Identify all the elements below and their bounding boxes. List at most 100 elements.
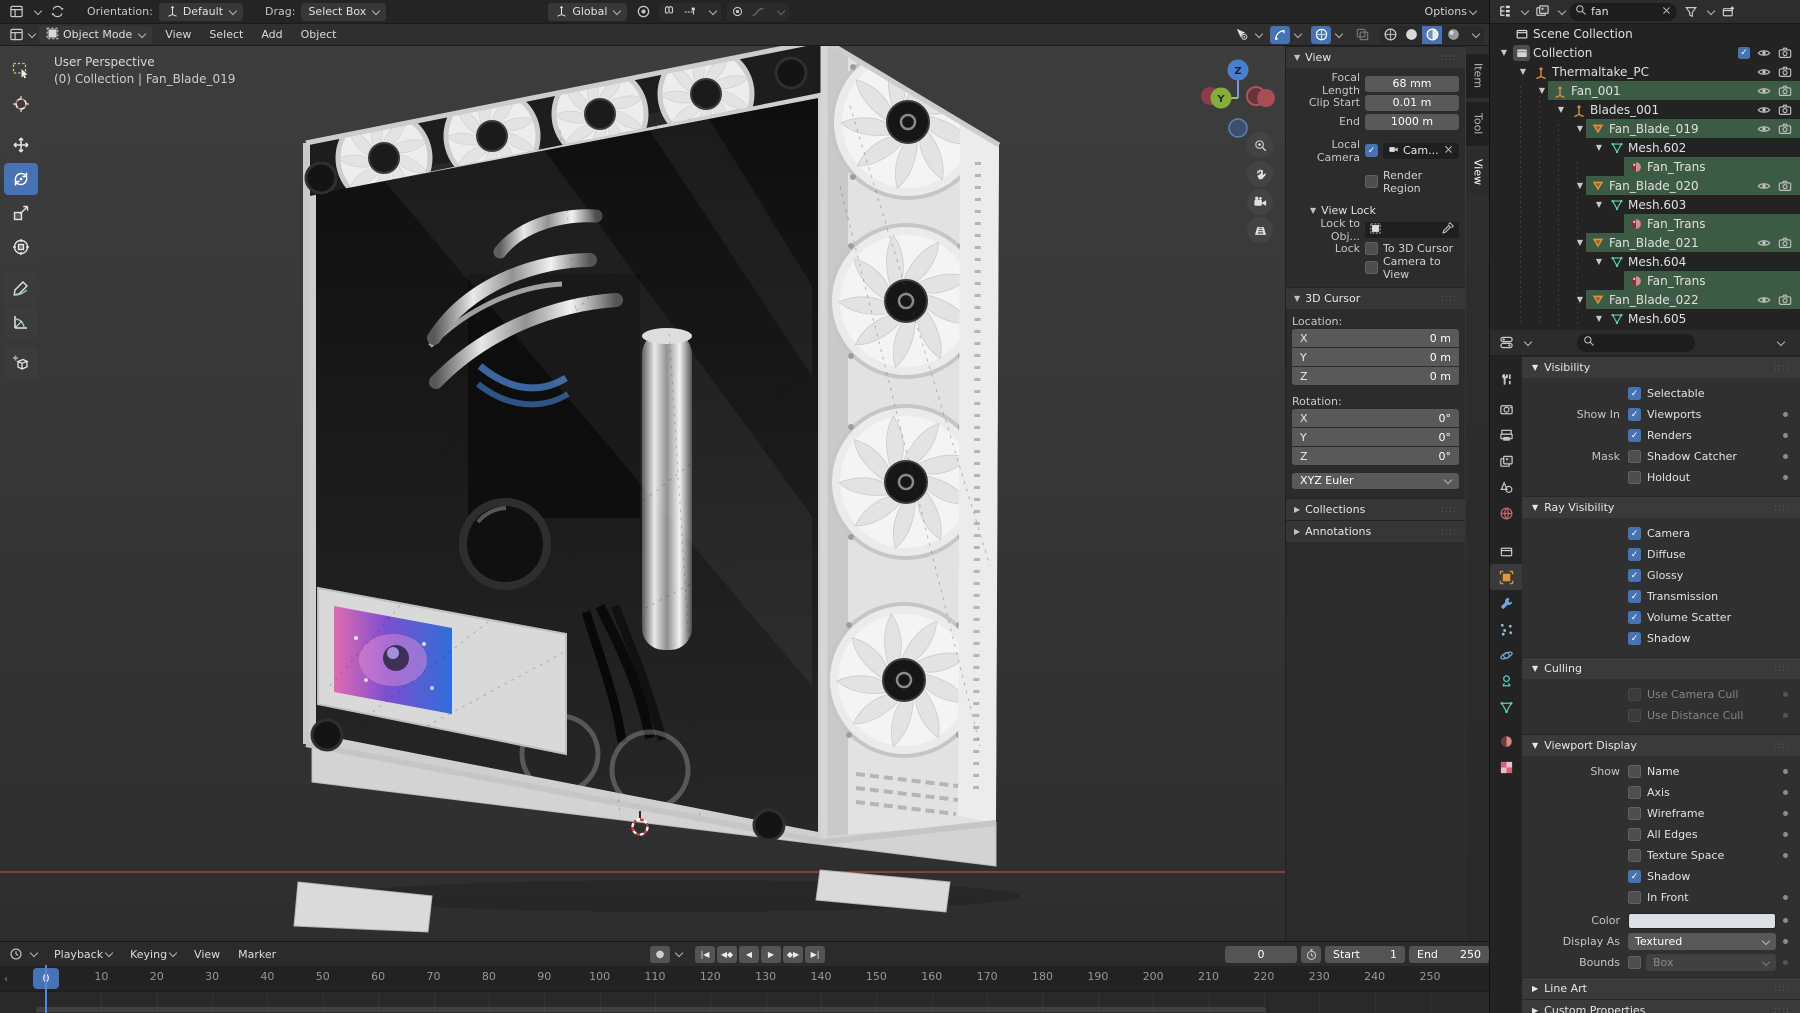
- properties-tab-particles[interactable]: [1490, 616, 1522, 642]
- viewport-select-menu[interactable]: Select: [200, 25, 252, 45]
- camera-icon[interactable]: [1778, 122, 1792, 136]
- outliner-item-label[interactable]: Mesh.603: [1628, 198, 1686, 212]
- pan-hand-button[interactable]: [1247, 161, 1273, 187]
- expand-arrow[interactable]: ▼: [1498, 48, 1510, 57]
- outliner-item-label[interactable]: Fan_Trans: [1647, 160, 1705, 174]
- expand-arrow[interactable]: ▼: [1574, 124, 1586, 133]
- in-front-checkbox[interactable]: [1628, 891, 1641, 904]
- options-dropdown[interactable]: Options: [1425, 5, 1478, 18]
- shadow-checkbox[interactable]: ✓: [1628, 870, 1641, 883]
- tool-annotate-button[interactable]: [4, 272, 38, 304]
- animate-dot[interactable]: [1783, 811, 1788, 816]
- eye-icon[interactable]: [1757, 122, 1771, 136]
- axis-checkbox[interactable]: [1628, 786, 1641, 799]
- tool-add-cube-button[interactable]: [4, 347, 38, 379]
- properties-tab-texture[interactable]: [1490, 754, 1522, 780]
- mode-dropdown[interactable]: Object Mode: [39, 25, 153, 44]
- lock-checkbox-0[interactable]: [1365, 242, 1378, 255]
- auto-key-chevron[interactable]: [674, 948, 684, 958]
- orientation-dropdown[interactable]: Default: [158, 2, 244, 21]
- snap-toggle-button[interactable]: [659, 3, 679, 21]
- camera-icon[interactable]: [1778, 236, 1792, 250]
- next-keyframe-button[interactable]: ◆▶: [783, 945, 803, 963]
- n-panel-tab-view[interactable]: View: [1466, 150, 1490, 194]
- axis-x-ball-2[interactable]: [1257, 89, 1275, 107]
- culling-section-header[interactable]: ▼ Culling::::: [1522, 657, 1800, 679]
- proportional-falloff-dropdown[interactable]: [748, 3, 768, 21]
- tool-scale-button[interactable]: [4, 197, 38, 229]
- close-icon[interactable]: [1443, 144, 1454, 158]
- holdout-checkbox[interactable]: [1628, 471, 1641, 484]
- tool-move-button[interactable]: [4, 129, 38, 161]
- display-mode-icon[interactable]: [1532, 3, 1552, 21]
- local-camera-field[interactable]: Cam...: [1383, 142, 1459, 159]
- outliner-row[interactable]: ▼ Fan_Blade_019: [1490, 119, 1800, 138]
- tool-rotate-button[interactable]: [4, 163, 38, 195]
- lock-to-object-field[interactable]: [1365, 221, 1459, 238]
- properties-tab-constraints[interactable]: [1490, 668, 1522, 694]
- outliner-row[interactable]: Fan_Trans: [1490, 157, 1800, 176]
- timeline-view-menu[interactable]: View: [185, 944, 229, 964]
- animate-dot[interactable]: [1783, 853, 1788, 858]
- cursor-location-z-field[interactable]: Z 0 m: [1292, 367, 1459, 385]
- frame-start-field[interactable]: Start 1: [1325, 945, 1405, 963]
- frame-end-field[interactable]: End 250: [1409, 945, 1489, 963]
- properties-options-chevron[interactable]: [1776, 337, 1786, 346]
- custom-properties-section-header[interactable]: ▶ Custom Properties::::: [1522, 999, 1800, 1013]
- proportional-editing-button[interactable]: [727, 3, 747, 21]
- new-collection-button[interactable]: [1718, 3, 1738, 21]
- camera-icon[interactable]: [1778, 103, 1792, 117]
- expand-arrow[interactable]: ▼: [1536, 86, 1548, 95]
- ray-visibility-section-header[interactable]: ▼ Ray Visibility::::: [1522, 496, 1800, 518]
- outliner-row[interactable]: ▼ Thermaltake_PC: [1490, 62, 1800, 81]
- eye-icon[interactable]: [1757, 236, 1771, 250]
- viewport-view-menu[interactable]: View: [156, 25, 200, 45]
- active-tool-icon[interactable]: [47, 3, 67, 21]
- properties-tab-physics[interactable]: [1490, 642, 1522, 668]
- snap-target-dropdown[interactable]: [680, 3, 700, 21]
- eye-icon[interactable]: [1757, 46, 1771, 60]
- properties-tab-material[interactable]: [1490, 728, 1522, 754]
- outliner-editor-icon[interactable]: [1495, 3, 1515, 21]
- outliner-row[interactable]: ▼ Fan_Blade_021: [1490, 233, 1800, 252]
- outliner-item-label[interactable]: Fan_Trans: [1647, 274, 1705, 288]
- expand-arrow[interactable]: ▼: [1593, 314, 1605, 323]
- properties-editor-icon[interactable]: [1496, 334, 1516, 352]
- outliner-row[interactable]: Fan_Trans: [1490, 271, 1800, 290]
- properties-tab-collection[interactable]: [1490, 538, 1522, 564]
- transform-orientation-dropdown[interactable]: Global: [548, 2, 628, 21]
- animate-dot[interactable]: [1783, 918, 1788, 923]
- selectable-checkbox[interactable]: ✓: [1628, 387, 1641, 400]
- line-art-section-header[interactable]: ▶ Line Art::::: [1522, 977, 1800, 999]
- eye-icon[interactable]: [1757, 179, 1771, 193]
- prev-keyframe-button[interactable]: ◀◆: [717, 945, 737, 963]
- exclude-checkbox[interactable]: ✓: [1738, 46, 1750, 59]
- outliner-item-label[interactable]: Fan_Trans: [1647, 217, 1705, 231]
- animate-dot[interactable]: [1783, 939, 1788, 944]
- timeline-playback-menu[interactable]: Playback: [45, 944, 121, 964]
- renders-checkbox[interactable]: ✓: [1628, 429, 1641, 442]
- pivot-point-button[interactable]: [633, 3, 653, 21]
- use-camera-cull-checkbox[interactable]: [1628, 688, 1641, 701]
- cursor-rotation-z-field[interactable]: Z 0°: [1292, 447, 1459, 465]
- outliner-item-label[interactable]: Fan_Blade_020: [1609, 179, 1699, 193]
- visibility-section-header[interactable]: ▼ Visibility::::: [1522, 356, 1800, 378]
- eye-icon[interactable]: [1757, 65, 1771, 79]
- outliner-item-label[interactable]: Collection: [1533, 46, 1592, 60]
- timeline-scrollbar[interactable]: [36, 1007, 1266, 1012]
- current-frame-field[interactable]: 0: [1225, 945, 1297, 963]
- viewport-add-menu[interactable]: Add: [252, 25, 291, 45]
- diffuse-checkbox[interactable]: ✓: [1628, 548, 1641, 561]
- navigation-gizmo[interactable]: Y Z: [1196, 50, 1280, 142]
- rotation-mode-dropdown[interactable]: XYZ Euler: [1292, 472, 1459, 489]
- use-distance-cull-checkbox[interactable]: [1628, 709, 1641, 722]
- expand-arrow[interactable]: ▼: [1593, 200, 1605, 209]
- properties-tab-view-layer[interactable]: [1490, 448, 1522, 474]
- eye-icon[interactable]: [1757, 293, 1771, 307]
- animate-dot[interactable]: [1783, 713, 1788, 718]
- viewport-object-menu[interactable]: Object: [292, 25, 346, 45]
- animate-dot[interactable]: [1783, 790, 1788, 795]
- tool-cursor-button[interactable]: [4, 88, 38, 120]
- jump-to-end-button[interactable]: ▶|: [805, 945, 825, 963]
- name-checkbox[interactable]: [1628, 765, 1641, 778]
